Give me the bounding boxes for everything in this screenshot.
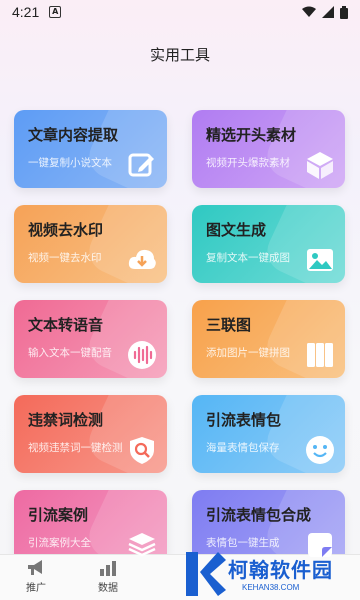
cloud-download-icon [128,249,156,269]
layers-icon [128,533,156,557]
watermark-url: KEHAN38.COM [242,583,300,592]
edit-icon [128,153,154,177]
card-banned-word-check[interactable]: 违禁词检测 视频违禁词一键检测 [14,395,167,473]
image-icon [307,249,333,271]
status-time: 4:21 [12,4,40,20]
card-title: 引流表情包合成 [206,506,312,524]
card-triptych[interactable]: 三联图 添加图片一键拼图 [192,300,345,378]
nav-label: 数据 [98,583,118,594]
watermark-logo-icon [186,552,226,596]
card-title: 文章内容提取 [28,126,119,144]
signal-icon [322,6,334,18]
shield-search-icon [130,437,154,464]
smile-icon [306,436,334,464]
nav-item-data[interactable]: 数据 [88,559,128,594]
chart-icon [100,561,116,576]
page-title: 实用工具 [149,46,210,64]
card-title: 引流表情包 [206,411,282,429]
cube-icon [307,152,333,179]
wifi-icon [302,6,316,17]
card-title: 引流案例 [28,506,89,524]
megaphone-icon [28,560,42,575]
card-title: 三联图 [206,316,252,334]
battery-icon [340,5,348,19]
card-title: 视频去水印 [28,221,104,239]
card-title: 文本转语音 [28,316,104,334]
sticker-icon [308,533,332,557]
card-meme-pack[interactable]: 引流表情包 海量表情包保存 [192,395,345,473]
card-article-extract[interactable]: 文章内容提取 一键复制小说文本 [14,110,167,188]
nav-label: 推广 [26,583,46,594]
card-title: 违禁词检测 [28,411,104,429]
card-image-text[interactable]: 图文生成 复制文本一键成图 [192,205,345,283]
notification-icon: A [49,6,62,18]
card-title: 图文生成 [206,221,267,239]
card-opening-material[interactable]: 精选开头素材 视频开头爆款素材 [192,110,345,188]
card-remove-watermark[interactable]: 视频去水印 视频一键去水印 [14,205,167,283]
card-title: 精选开头素材 [206,126,297,144]
status-bar: 4:21 A [0,0,360,24]
status-indicators [302,5,348,19]
voice-wave-icon [128,341,156,369]
card-text-to-speech[interactable]: 文本转语音 输入文本一键配音 [14,300,167,378]
triptych-icon [307,343,333,367]
nav-item-promote[interactable]: 推广 [16,559,56,594]
